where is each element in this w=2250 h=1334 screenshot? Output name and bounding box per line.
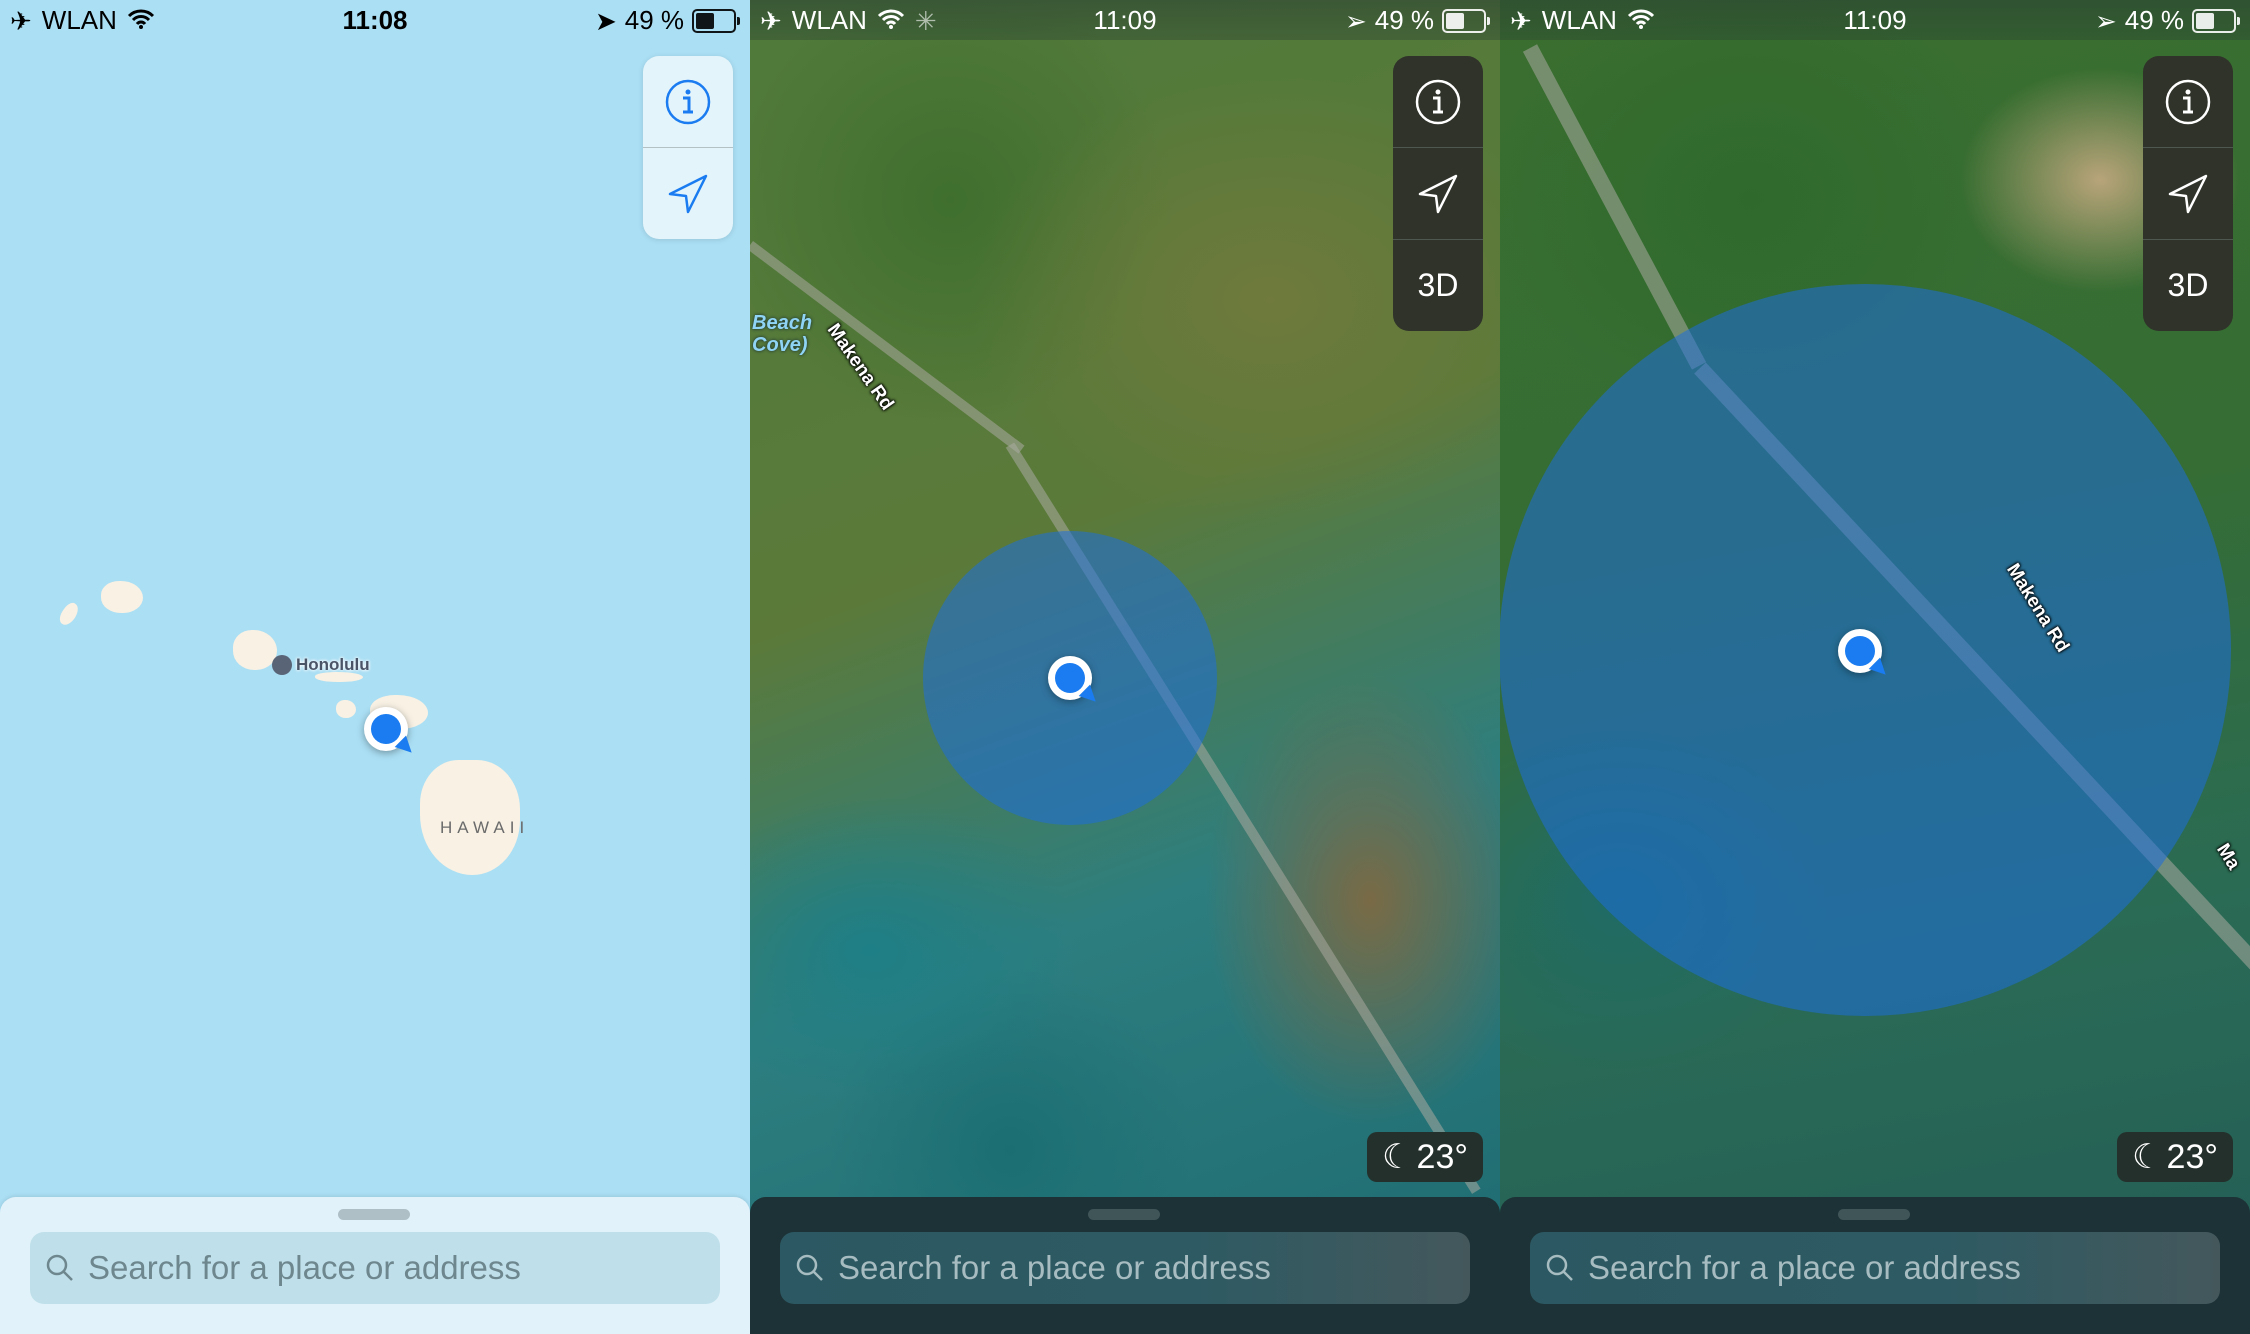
search-field[interactable]: Search for a place or address bbox=[1530, 1232, 2220, 1304]
maps-screen-satellite-zoom2: Makena Rd Ma ✈ WLAN 11:09 ➢ 49 % 3D ☾ 23… bbox=[1500, 0, 2250, 1334]
location-arrow-icon bbox=[1418, 174, 1458, 213]
maps-screen-standard: Honolulu HAWAII ✈ WLAN 11:08 ➤ 49 % Sear… bbox=[0, 0, 750, 1334]
info-icon bbox=[665, 79, 711, 124]
location-arrow-icon: ➤ bbox=[594, 5, 617, 36]
search-placeholder: Search for a place or address bbox=[1588, 1249, 2021, 1286]
search-field[interactable]: Search for a place or address bbox=[30, 1232, 720, 1304]
poi-label-beach[interactable]: Beach Cove) bbox=[752, 312, 812, 356]
user-location-marker[interactable] bbox=[1838, 629, 1892, 681]
island-kauai bbox=[101, 581, 143, 613]
search-icon bbox=[796, 1254, 823, 1281]
weather-badge[interactable]: ☾ 23° bbox=[1367, 1132, 1483, 1182]
temperature: 23° bbox=[2166, 1137, 2218, 1176]
city-label-honolulu[interactable]: Honolulu bbox=[272, 655, 370, 675]
sheet-grabber[interactable] bbox=[1088, 1209, 1160, 1220]
map-canvas[interactable] bbox=[0, 0, 750, 1334]
search-icon bbox=[1546, 1254, 1573, 1281]
map-controls bbox=[643, 56, 733, 239]
search-field[interactable]: Search for a place or address bbox=[780, 1232, 1470, 1304]
island-oahu bbox=[233, 630, 277, 670]
info-button[interactable] bbox=[1393, 56, 1483, 147]
bottom-sheet: Search for a place or address bbox=[0, 1197, 750, 1334]
sheet-grabber[interactable] bbox=[338, 1209, 410, 1220]
battery-percent: 49 % bbox=[2124, 5, 2184, 35]
moon-stars-icon: ☾ bbox=[1382, 1138, 1413, 1176]
3d-button[interactable]: 3D bbox=[1393, 239, 1483, 331]
location-arrow-icon: ➢ bbox=[2094, 5, 2117, 36]
info-button[interactable] bbox=[2143, 56, 2233, 147]
location-arrow-icon bbox=[2168, 174, 2208, 213]
info-icon bbox=[2165, 79, 2211, 124]
user-location-marker[interactable] bbox=[1048, 656, 1102, 708]
temperature: 23° bbox=[1416, 1137, 1468, 1176]
map-controls: 3D bbox=[2143, 56, 2233, 331]
search-placeholder: Search for a place or address bbox=[838, 1249, 1271, 1286]
status-bar: ✈ WLAN 11:09 ➢ 49 % bbox=[1500, 0, 2250, 40]
track-location-button[interactable] bbox=[1393, 147, 1483, 239]
track-location-button[interactable] bbox=[643, 147, 733, 239]
search-placeholder: Search for a place or address bbox=[88, 1249, 521, 1286]
battery-percent: 49 % bbox=[1374, 5, 1434, 35]
search-icon bbox=[46, 1254, 73, 1281]
battery-icon bbox=[692, 8, 740, 33]
transit-icon bbox=[272, 655, 292, 675]
battery-icon bbox=[1442, 8, 1490, 33]
status-bar: ✈ WLAN 11:08 ➤ 49 % bbox=[0, 0, 750, 40]
track-location-button[interactable] bbox=[2143, 147, 2233, 239]
battery-icon bbox=[2192, 8, 2240, 33]
info-button[interactable] bbox=[643, 56, 733, 147]
maps-screen-satellite-zoom1: Beach Cove) Makena Rd ✈ WLAN ✳ 11:09 ➢ 4… bbox=[750, 0, 1500, 1334]
info-icon bbox=[1415, 79, 1461, 124]
bottom-sheet: Search for a place or address bbox=[750, 1197, 1500, 1334]
location-arrow-icon: ➢ bbox=[1344, 5, 1367, 36]
battery-percent: 49 % bbox=[624, 5, 684, 35]
sheet-grabber[interactable] bbox=[1838, 1209, 1910, 1220]
island-label-hawaii: HAWAII bbox=[440, 818, 530, 837]
island-lanai bbox=[336, 700, 356, 718]
location-arrow-icon bbox=[668, 174, 708, 213]
status-bar: ✈ WLAN ✳ 11:09 ➢ 49 % bbox=[750, 0, 1500, 40]
user-location-marker[interactable] bbox=[364, 707, 418, 759]
bottom-sheet: Search for a place or address bbox=[1500, 1197, 2250, 1334]
3d-button[interactable]: 3D bbox=[2143, 239, 2233, 331]
map-controls: 3D bbox=[1393, 56, 1483, 331]
weather-badge[interactable]: ☾ 23° bbox=[2117, 1132, 2233, 1182]
moon-stars-icon: ☾ bbox=[2132, 1138, 2163, 1176]
